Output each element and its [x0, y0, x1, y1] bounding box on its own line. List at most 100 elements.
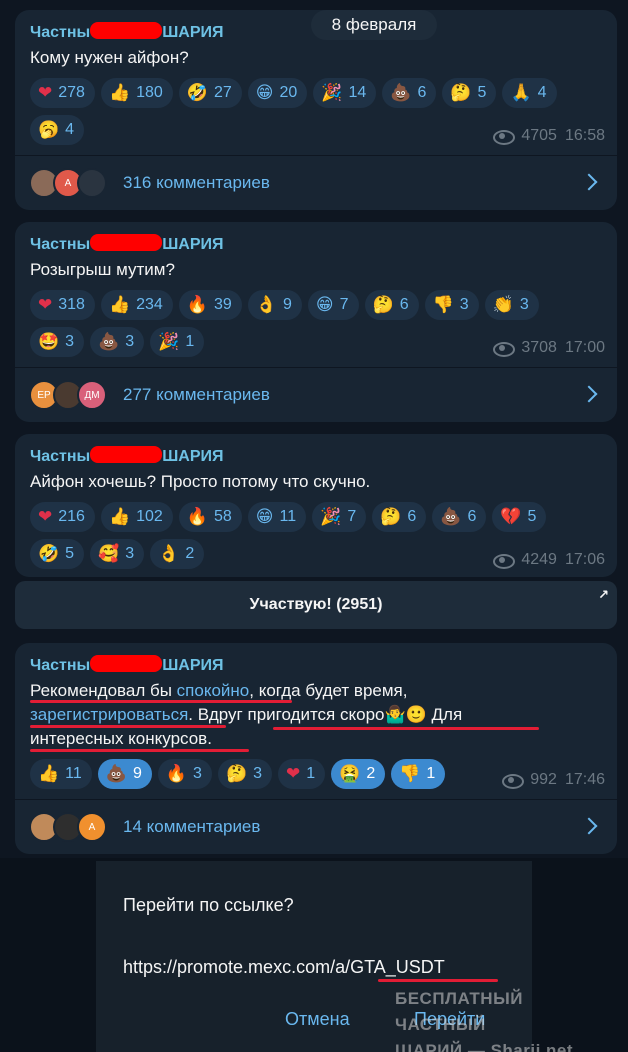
reaction-count: 58	[214, 508, 232, 525]
reaction-emoji-icon: 🤮	[339, 763, 361, 784]
comments-count: 14 комментариев	[123, 817, 261, 836]
chevron-right-icon	[580, 173, 598, 191]
reaction-chip[interactable]: 💩 9	[97, 759, 152, 789]
channel-name[interactable]: Частны ШАРИЯ	[30, 446, 224, 466]
highlight-underline	[378, 979, 498, 982]
reaction-emoji-icon: 😁	[315, 294, 334, 315]
highlight-underline	[273, 727, 539, 730]
reaction-count: 3	[459, 296, 469, 313]
reaction-chip[interactable]: 👍 11	[30, 759, 92, 789]
reaction-chip[interactable]: 👍 234	[100, 290, 173, 320]
reaction-chip[interactable]: 👎 3	[424, 290, 479, 320]
reaction-count: 5	[477, 84, 487, 101]
reaction-count: 6	[399, 296, 409, 313]
comments-bar[interactable]: A 14 комментариев	[15, 799, 617, 854]
comments-bar[interactable]: A 316 комментариев	[15, 155, 617, 210]
eye-icon	[493, 342, 516, 357]
participate-button[interactable]: Участвую! (2951) ↗	[15, 581, 617, 629]
reaction-count: 1	[306, 765, 316, 782]
post-text: Розыгрыш мутим?	[30, 260, 175, 279]
reaction-chip[interactable]: 🤩 3	[30, 327, 85, 357]
reaction-count: 234	[136, 296, 163, 313]
reaction-chip[interactable]: 💩 6	[382, 78, 437, 108]
reaction-chip[interactable]: 🔥 3	[157, 759, 212, 789]
reaction-chip[interactable]: ❤ 216	[30, 502, 95, 532]
reaction-chip[interactable]: ❤ 1	[278, 759, 326, 789]
reaction-chip[interactable]: 👎 1	[391, 759, 446, 789]
reaction-emoji-icon: 💩	[390, 82, 412, 103]
view-count: 992	[530, 771, 557, 788]
cancel-button[interactable]: Отмена	[285, 1009, 350, 1030]
reaction-chip[interactable]: 👏 3	[484, 290, 539, 320]
reaction-chip[interactable]: 🤣 27	[178, 78, 242, 108]
reaction-count: 5	[65, 545, 75, 562]
reaction-emoji-icon: 🙏	[510, 82, 532, 103]
reaction-chip[interactable]: ❤ 318	[30, 290, 95, 320]
reaction-count: 7	[339, 296, 349, 313]
channel-name[interactable]: Частны ШАРИЯ	[30, 655, 224, 675]
reaction-emoji-icon: 🤔	[450, 82, 472, 103]
post-text: Кому нужен айфон?	[30, 48, 189, 67]
reaction-emoji-icon: 🔥	[186, 506, 208, 527]
reaction-chip[interactable]: 🙏 4	[502, 78, 557, 108]
comments-bar[interactable]: EP ДМ 277 комментариев	[15, 367, 617, 422]
reaction-chip[interactable]: 🎉 14	[313, 78, 377, 108]
reaction-chip[interactable]: 🤣 5	[30, 539, 85, 569]
reaction-chip[interactable]: 💩 3	[90, 327, 145, 357]
reaction-chip[interactable]: 🤔 6	[364, 290, 419, 320]
link-calm[interactable]: спокойно	[177, 681, 250, 700]
reaction-count: 39	[214, 296, 232, 313]
reaction-chip[interactable]: 🎉 1	[150, 327, 205, 357]
reaction-emoji-icon: 🤣	[38, 543, 60, 564]
reaction-chip[interactable]: 🤮 2	[331, 759, 386, 789]
reaction-count: 2	[185, 545, 195, 562]
reaction-chip[interactable]: 👌 9	[247, 290, 302, 320]
watermark: БЕСПЛАТНЫЙ ЧАСТНЫЙ ШАРИЙ — Sharij.net	[395, 986, 617, 1052]
reaction-chip[interactable]: 🎉 7	[312, 502, 367, 532]
reaction-chip[interactable]: 👍 102	[100, 502, 173, 532]
reaction-count: 5	[527, 508, 537, 525]
reaction-chip[interactable]: 🥰 3	[90, 539, 145, 569]
post-2: Частны ШАРИЯ Розыгрыш мутим? ❤ 318 👍 234 🔥 39 👌…	[15, 222, 617, 422]
reaction-count: 3	[253, 765, 263, 782]
eye-icon	[502, 774, 525, 789]
reaction-chip[interactable]: 🤔 5	[442, 78, 497, 108]
reaction-chip[interactable]: 🥱 4	[30, 115, 85, 145]
reaction-count: 11	[65, 765, 82, 782]
reaction-emoji-icon: 👍	[108, 82, 131, 103]
post-meta: 4249 17:06	[493, 551, 605, 569]
reaction-emoji-icon: 👌	[158, 543, 180, 564]
reaction-chip[interactable]: 👍 180	[100, 78, 173, 108]
reaction-count: 20	[279, 84, 298, 101]
reaction-chip[interactable]: 👌 2	[150, 539, 205, 569]
post-text-part: Рекомендовал бы	[30, 681, 177, 700]
reaction-chip[interactable]: 😁 20	[247, 78, 308, 108]
comments-count: 277 комментариев	[123, 385, 270, 404]
reaction-emoji-icon: ❤	[38, 294, 53, 315]
reaction-chip[interactable]: 🤔 6	[372, 502, 427, 532]
reaction-emoji-icon: 💩	[440, 506, 462, 527]
reaction-emoji-icon: 🎉	[158, 331, 180, 352]
reaction-chip[interactable]: 😁 7	[307, 290, 359, 320]
channel-name[interactable]: Частны ШАРИЯ	[30, 234, 224, 254]
reaction-chip[interactable]: 🤔 3	[217, 759, 273, 789]
reaction-chip[interactable]: 💩 6	[432, 502, 487, 532]
highlight-underline	[30, 700, 292, 703]
reaction-count: 7	[347, 508, 357, 525]
post-4: Частны ШАРИЯ Рекомендовал бы спокойно, ко…	[15, 643, 617, 854]
reaction-count: 6	[467, 508, 477, 525]
channel-name[interactable]: Частны ШАРИЯ	[30, 22, 224, 42]
link-register[interactable]: зарегистрироваться	[30, 705, 188, 724]
reaction-chip[interactable]: 🔥 39	[178, 290, 242, 320]
reaction-emoji-icon: 🤔	[225, 763, 248, 784]
commenter-avatars: A	[29, 168, 107, 198]
reaction-emoji-icon: 👍	[108, 506, 131, 527]
commenter-avatars: A	[29, 812, 107, 842]
reaction-chip[interactable]: ❤ 278	[30, 78, 95, 108]
reaction-emoji-icon: 🔥	[186, 294, 208, 315]
reaction-count: 6	[417, 84, 427, 101]
reaction-chip[interactable]: 🔥 58	[178, 502, 242, 532]
channel-name-prefix: Частны	[30, 236, 91, 253]
reaction-chip[interactable]: 😁 11	[247, 502, 307, 532]
reaction-chip[interactable]: 💔 5	[492, 502, 547, 532]
